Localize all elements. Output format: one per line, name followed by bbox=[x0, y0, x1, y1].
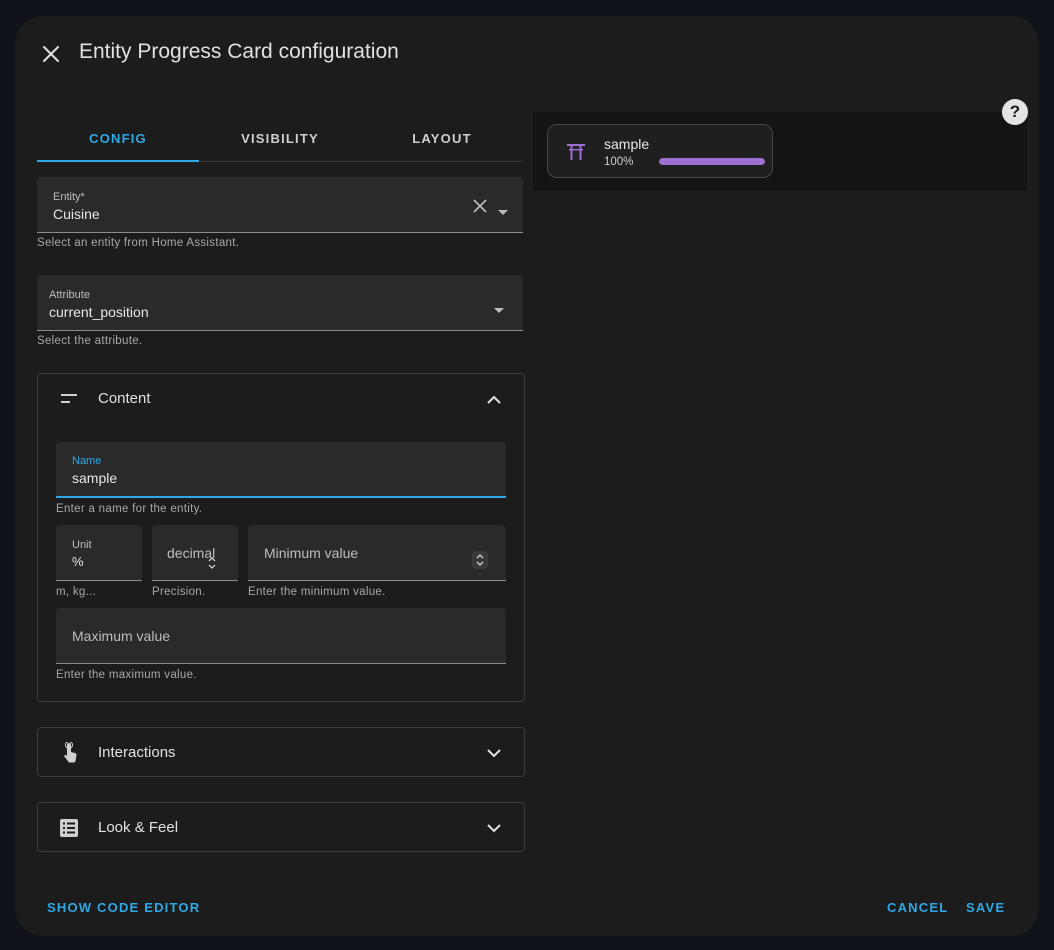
cancel-button[interactable]: CANCEL bbox=[887, 900, 948, 915]
save-button[interactable]: SAVE bbox=[966, 900, 1005, 915]
list-box-icon bbox=[58, 817, 80, 839]
interactions-title: Interactions bbox=[98, 744, 176, 761]
maximum-value-field[interactable]: Maximum value bbox=[56, 608, 506, 664]
entity-value: Cuisine bbox=[53, 206, 100, 222]
dialog-title: Entity Progress Card configuration bbox=[79, 40, 399, 63]
clear-icon[interactable] bbox=[473, 199, 487, 213]
entity-label: Entity* bbox=[53, 191, 85, 203]
tab-bar: CONFIG VISIBILITY LAYOUT bbox=[37, 116, 523, 162]
minimum-value-field[interactable]: Minimum value bbox=[248, 525, 506, 581]
chevron-down-icon[interactable] bbox=[484, 818, 504, 838]
chevron-down-icon[interactable] bbox=[484, 743, 504, 763]
entity-field[interactable]: Entity* Cuisine bbox=[37, 177, 523, 233]
card-name: sample bbox=[604, 136, 650, 152]
content-title: Content bbox=[98, 390, 151, 407]
content-header[interactable]: Content bbox=[38, 374, 524, 424]
card-percent: 100% bbox=[604, 156, 634, 168]
look-feel-expander[interactable]: Look & Feel bbox=[37, 802, 525, 852]
card-preview: sample 100% bbox=[533, 112, 1027, 191]
close-icon bbox=[43, 46, 59, 62]
tab-layout[interactable]: LAYOUT bbox=[361, 116, 523, 161]
decimal-field[interactable]: decimal bbox=[152, 525, 238, 581]
decimal-helper: Precision. bbox=[152, 586, 206, 598]
attribute-field[interactable]: Attribute current_position bbox=[37, 275, 523, 331]
attribute-label: Attribute bbox=[49, 289, 90, 301]
torii-gate-icon bbox=[566, 141, 586, 161]
progress-bar bbox=[659, 158, 765, 165]
content-expander: Content Name sample Enter a name for the… bbox=[37, 373, 525, 702]
name-field[interactable]: Name sample bbox=[56, 442, 506, 498]
unit-helper: m, kg... bbox=[56, 586, 97, 598]
minimum-placeholder: Minimum value bbox=[264, 545, 359, 561]
maximum-placeholder: Maximum value bbox=[72, 628, 171, 644]
attribute-helper: Select the attribute. bbox=[37, 335, 143, 347]
dropdown-arrow-icon[interactable] bbox=[497, 203, 509, 215]
gesture-tap-icon bbox=[58, 742, 80, 764]
chevron-up-icon[interactable] bbox=[484, 389, 504, 409]
dropdown-arrow-icon[interactable] bbox=[493, 301, 505, 313]
minimum-helper: Enter the minimum value. bbox=[248, 586, 386, 598]
name-value: sample bbox=[72, 470, 118, 486]
unit-label: Unit bbox=[72, 539, 92, 551]
attribute-value: current_position bbox=[49, 304, 149, 320]
stepper-icon[interactable] bbox=[207, 556, 217, 570]
help-icon[interactable]: ? bbox=[1002, 99, 1028, 125]
tab-config[interactable]: CONFIG bbox=[37, 116, 199, 162]
name-helper: Enter a name for the entity. bbox=[56, 503, 203, 515]
stepper-icon[interactable] bbox=[472, 551, 488, 569]
unit-field[interactable]: Unit % bbox=[56, 525, 142, 581]
unit-value: % bbox=[72, 554, 84, 569]
name-label: Name bbox=[72, 455, 102, 467]
entity-helper: Select an entity from Home Assistant. bbox=[37, 237, 240, 249]
progress-bar-fill bbox=[659, 158, 765, 165]
config-dialog: Entity Progress Card configuration CONFI… bbox=[15, 16, 1039, 936]
close-button[interactable] bbox=[35, 38, 67, 70]
tab-visibility[interactable]: VISIBILITY bbox=[199, 116, 361, 161]
maximum-helper: Enter the maximum value. bbox=[56, 669, 197, 681]
interactions-expander[interactable]: Interactions bbox=[37, 727, 525, 777]
short-text-icon bbox=[58, 388, 80, 410]
show-code-editor-button[interactable]: SHOW CODE EDITOR bbox=[47, 900, 200, 915]
look-feel-title: Look & Feel bbox=[98, 819, 179, 836]
entity-progress-card[interactable]: sample 100% bbox=[547, 124, 773, 178]
